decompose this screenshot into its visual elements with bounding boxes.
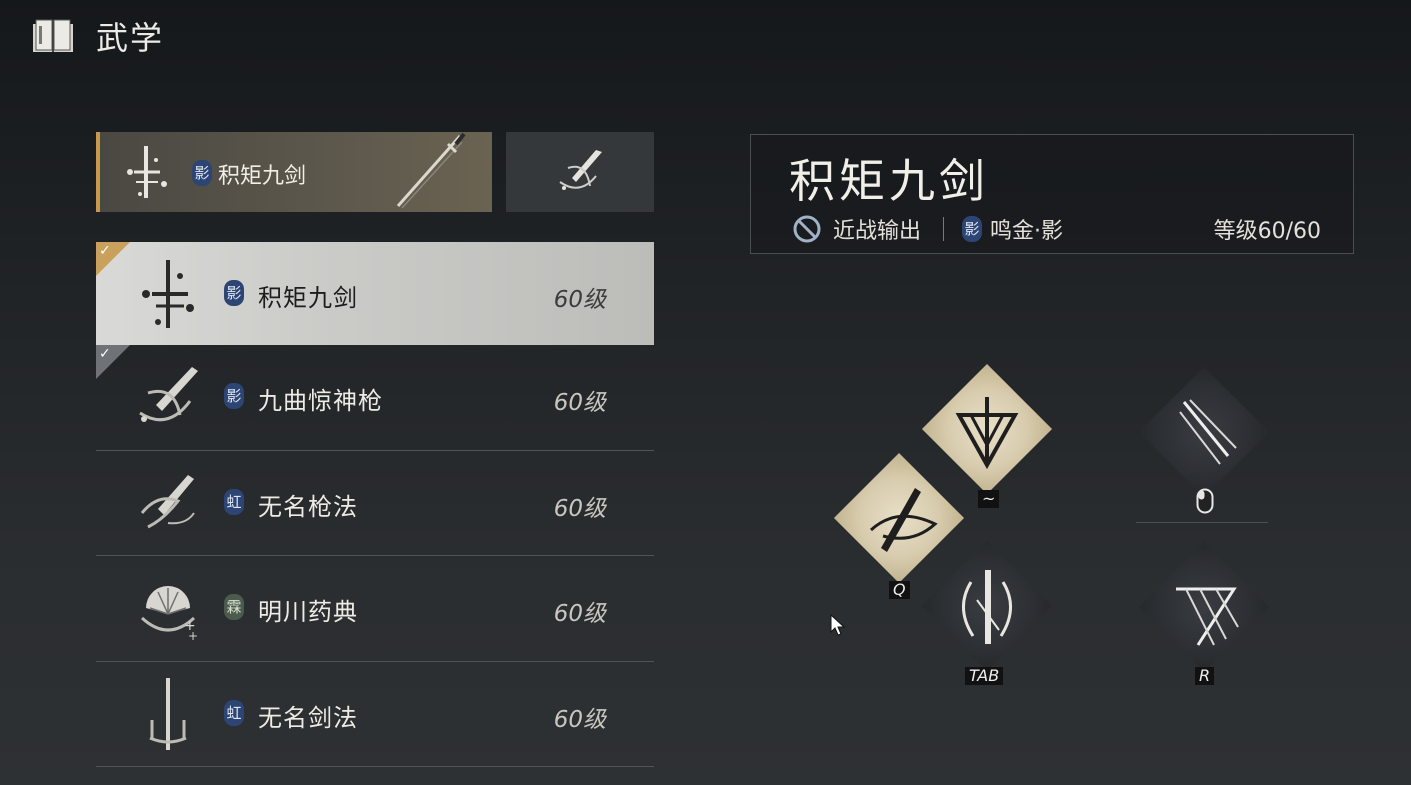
sword-emblem-icon xyxy=(142,260,194,328)
mouse-icon xyxy=(1196,488,1214,514)
spear-emblem-icon xyxy=(559,150,602,190)
check-icon: ✓ xyxy=(99,346,111,362)
detail-school: 鸣金·影 xyxy=(990,219,1064,244)
sword-icon xyxy=(396,132,466,209)
sword-rain-icon xyxy=(1176,587,1239,646)
art-row-jiju[interactable]: ✓ 影 积矩九剑 60级 xyxy=(96,242,654,345)
mouse-cursor-icon xyxy=(830,614,846,636)
sword-slash-icon xyxy=(869,488,938,552)
detail-level: 等级60/60 xyxy=(1213,219,1321,244)
school-badge: 影 xyxy=(192,160,212,186)
art-name: 明川药典 xyxy=(258,598,358,626)
meta-divider xyxy=(943,217,945,241)
detail-meta: 近战输出 影 鸣金·影 xyxy=(791,213,1063,245)
fan-emblem-icon: + + xyxy=(140,586,198,643)
art-row-mingchuan[interactable]: + + 霖 明川药典 60级 xyxy=(96,556,654,662)
sword-emblem-icon xyxy=(127,146,167,198)
key-q: Q xyxy=(889,581,910,599)
header: 武学 xyxy=(30,14,164,58)
divider-line xyxy=(1136,522,1268,523)
art-level: 60级 xyxy=(553,390,606,416)
art-level: 60级 xyxy=(553,287,606,313)
page-title: 武学 xyxy=(96,19,165,57)
art-name: 无名剑法 xyxy=(258,703,358,732)
art-row-wuming-spear[interactable]: 虹 无名枪法 60级 xyxy=(96,451,654,556)
key-r: R xyxy=(1195,667,1215,685)
triple-streak-icon xyxy=(1179,399,1237,465)
school-badge: 霖 xyxy=(224,594,244,620)
art-level: 60级 xyxy=(553,706,606,733)
equipped-art-name: 积矩九剑 xyxy=(218,164,307,189)
svg-text:+: + xyxy=(188,629,198,643)
school-badge: 影 xyxy=(224,383,244,409)
detail-title: 积矩九剑 xyxy=(789,154,989,208)
check-icon: ✓ xyxy=(99,243,111,259)
spear-swirl-icon xyxy=(140,474,195,528)
tri-blade-icon xyxy=(955,397,1019,470)
secondary-art-slot[interactable] xyxy=(506,132,654,212)
art-name: 九曲惊神枪 xyxy=(258,387,383,415)
equipped-art-slot[interactable]: 影 积矩九剑 xyxy=(96,132,492,212)
art-level: 60级 xyxy=(553,495,606,522)
school-badge: 影 xyxy=(224,280,244,306)
key-tab: TAB xyxy=(965,667,1004,685)
art-name: 无名枪法 xyxy=(258,492,358,521)
martial-arts-list: ✓ 影 积矩九剑 60级 ✓ 影 九曲惊神枪 60级 虹 无名枪法 60级 + … xyxy=(96,242,654,767)
crescent-blade-icon xyxy=(962,570,1012,644)
book-icon xyxy=(33,19,73,52)
school-badge: 影 xyxy=(962,216,983,242)
key-tilde: ~ xyxy=(978,490,1000,508)
school-badge: 虹 xyxy=(224,699,244,726)
art-level: 60级 xyxy=(553,601,606,627)
detail-role: 近战输出 xyxy=(833,219,922,244)
art-name: 积矩九剑 xyxy=(258,284,358,312)
school-badge: 虹 xyxy=(224,488,244,515)
art-row-jiuqu[interactable]: ✓ 影 九曲惊神枪 60级 xyxy=(96,345,654,451)
art-row-wuming-sword[interactable]: 虹 无名剑法 60级 xyxy=(96,662,654,767)
art-detail-panel: 积矩九剑 近战输出 影 鸣金·影 等级60/60 xyxy=(750,134,1354,254)
blade-emblem-icon xyxy=(149,677,187,750)
spear-emblem-icon xyxy=(139,367,198,422)
ban-icon xyxy=(793,215,821,243)
